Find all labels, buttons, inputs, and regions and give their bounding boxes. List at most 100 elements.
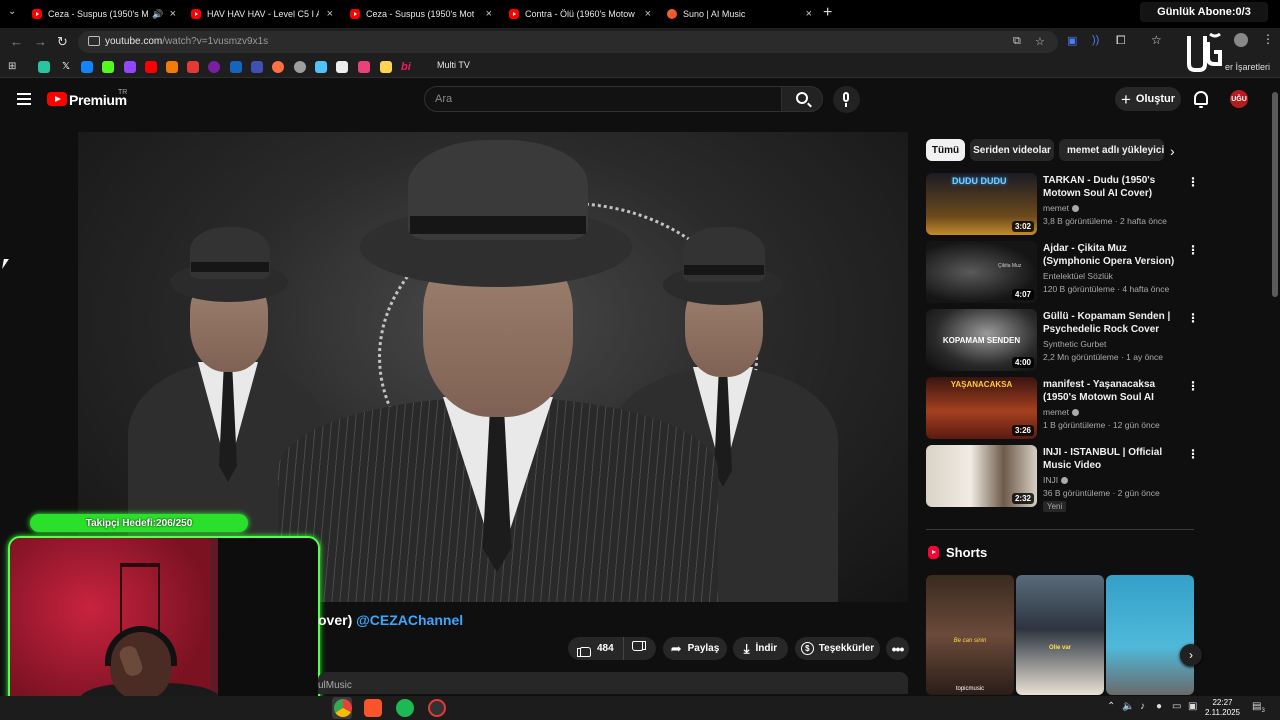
- video-thumbnail[interactable]: Çikita Muz 4:07: [926, 241, 1037, 303]
- tab-search-icon[interactable]: ⌄: [8, 6, 16, 17]
- tab-close-icon[interactable]: ×: [486, 8, 492, 20]
- video-title[interactable]: Güllü - Kopamam Senden | Psychedelic Roc…: [1043, 310, 1185, 336]
- channel-mention-link[interactable]: @CEZAChannel: [356, 612, 463, 628]
- display-icon[interactable]: ▣: [1188, 701, 1197, 712]
- more-options-icon[interactable]: ⋮: [1187, 243, 1199, 257]
- tab-close-icon[interactable]: ×: [645, 8, 651, 20]
- audio-extension-icon[interactable]: )): [1092, 34, 1099, 46]
- forward-arrow-icon[interactable]: →: [34, 34, 47, 49]
- install-app-icon[interactable]: ⧉: [1013, 35, 1021, 48]
- chevron-right-icon[interactable]: ›: [1170, 143, 1175, 159]
- recommended-video[interactable]: 2:32 INJI - ISTANBUL | Official Music Vi…: [926, 445, 1199, 517]
- bookmark-icon[interactable]: [336, 61, 348, 73]
- tab-close-icon[interactable]: ×: [170, 8, 176, 20]
- openai-icon[interactable]: [294, 61, 306, 73]
- brave-icon[interactable]: [364, 699, 382, 717]
- browser-tab[interactable]: Ceza - Suspus (1950's Motown 🔊 ×: [32, 4, 176, 24]
- bookmark-icon[interactable]: [208, 61, 220, 73]
- more-options-icon[interactable]: ⋮: [1187, 175, 1199, 189]
- more-options-icon[interactable]: ⋮: [1187, 447, 1199, 461]
- dislike-button[interactable]: [624, 637, 656, 660]
- channel-name[interactable]: INJI: [1043, 475, 1069, 485]
- video-thumbnail[interactable]: 2:32: [926, 445, 1037, 507]
- video-title[interactable]: TARKAN - Dudu (1950's Motown Soul AI Cov…: [1043, 174, 1185, 200]
- channel-name[interactable]: memet: [1043, 203, 1079, 213]
- channel-name[interactable]: Entelektüel Sözlük: [1043, 271, 1113, 281]
- bluesky-icon[interactable]: [81, 61, 93, 73]
- gmail-icon[interactable]: [187, 61, 199, 73]
- browser-tab[interactable]: Ceza - Suspus (1950's Motown ×: [350, 4, 492, 24]
- video-title[interactable]: manifest - Yaşanacaksa (1950's Motown So…: [1043, 378, 1185, 404]
- download-button[interactable]: ⤓ İndir: [733, 637, 788, 660]
- youtube-bookmark-icon[interactable]: [145, 61, 157, 73]
- channel-name[interactable]: memet: [1043, 407, 1079, 417]
- address-bar[interactable]: youtube.com/watch?v=1vusmzv9x1s ⧉ ☆: [78, 31, 1058, 53]
- create-button[interactable]: + Oluştur: [1115, 87, 1181, 111]
- other-bookmarks[interactable]: er İşaretleri: [1225, 62, 1270, 72]
- bookmarks-star-icon[interactable]: ☆: [1151, 33, 1162, 47]
- search-button[interactable]: [781, 86, 823, 112]
- tray-chevron-icon[interactable]: ⌃: [1107, 701, 1115, 712]
- mic-tray-icon[interactable]: ●: [1156, 701, 1162, 712]
- obs-icon[interactable]: [428, 699, 446, 717]
- more-options-icon[interactable]: ⋮: [1187, 311, 1199, 325]
- video-title[interactable]: Ajdar - Çikita Muz (Symphonic Opera Vers…: [1043, 242, 1185, 268]
- page-scrollbar[interactable]: [1270, 80, 1280, 700]
- recommended-video[interactable]: DUDU DUDU 3:02 TARKAN - Dudu (1950's Mot…: [926, 173, 1199, 237]
- chip-all[interactable]: Tümü: [926, 139, 965, 161]
- voice-search-button[interactable]: [833, 86, 860, 113]
- bookmark-multi-tv[interactable]: Multi TV: [437, 60, 470, 70]
- spotify-icon[interactable]: [396, 699, 414, 717]
- search-input[interactable]: [425, 87, 781, 111]
- kick-icon[interactable]: [102, 61, 114, 73]
- profile-avatar-icon[interactable]: [1234, 33, 1248, 47]
- short-card[interactable]: [1106, 575, 1194, 695]
- chrome-icon[interactable]: [334, 699, 352, 717]
- short-card[interactable]: Be can sinin topicmusic: [926, 575, 1014, 695]
- notifications-bell-icon[interactable]: [1194, 91, 1208, 108]
- video-thumbnail[interactable]: KOPAMAM SENDEN 4:00: [926, 309, 1037, 371]
- network-icon[interactable]: ▭: [1172, 701, 1181, 712]
- youtube-logo-icon[interactable]: [47, 92, 67, 106]
- account-avatar[interactable]: UĞU: [1230, 90, 1248, 108]
- browser-tab[interactable]: HAV HAV HAV - Level C5 I Anatomy ×: [191, 4, 333, 24]
- speaker-icon[interactable]: 🔈: [1122, 701, 1134, 712]
- bookmark-icon[interactable]: [358, 61, 370, 73]
- url-text[interactable]: youtube.com/watch?v=1vusmzv9x1s: [105, 36, 268, 47]
- notification-icon[interactable]: ▤3: [1252, 701, 1265, 714]
- browser-tab-active[interactable]: Suno | AI Music ×: [667, 4, 812, 24]
- x-twitter-icon[interactable]: 𝕏: [60, 61, 72, 73]
- clock[interactable]: 22:27 2.11.2025: [1205, 698, 1240, 718]
- reload-icon[interactable]: ↻: [57, 34, 68, 50]
- bookmark-icon[interactable]: [38, 61, 50, 73]
- video-title[interactable]: INJI - ISTANBUL | Official Music Video: [1043, 446, 1185, 472]
- tab-close-icon[interactable]: ×: [806, 8, 812, 20]
- channel-name[interactable]: Synthetic Gurbet: [1043, 339, 1106, 349]
- recommended-video[interactable]: YAŞANACAKSA 3:26 manifest - Yaşanacaksa …: [926, 377, 1199, 441]
- bookmark-icon[interactable]: [272, 61, 284, 73]
- recommended-video[interactable]: Çikita Muz 4:07 Ajdar - Çikita Muz (Symp…: [926, 241, 1199, 305]
- browser-menu-icon[interactable]: ⋮: [1262, 32, 1274, 46]
- back-arrow-icon[interactable]: ←: [10, 34, 23, 49]
- bookmark-icon[interactable]: [380, 61, 392, 73]
- scrollbar-thumb[interactable]: [1272, 92, 1278, 297]
- audio-icon[interactable]: ♪: [1140, 701, 1145, 712]
- translate-extension-icon[interactable]: ▣: [1067, 34, 1077, 47]
- meta-icon[interactable]: [230, 61, 242, 73]
- site-info-icon[interactable]: [88, 36, 100, 46]
- recommended-video[interactable]: KOPAMAM SENDEN 4:00 Güllü - Kopamam Send…: [926, 309, 1199, 373]
- bookmark-icon[interactable]: [315, 61, 327, 73]
- hamburger-menu-icon[interactable]: [17, 93, 31, 105]
- description-box[interactable]: [318, 672, 908, 694]
- video-thumbnail[interactable]: YAŞANACAKSA 3:26: [926, 377, 1037, 439]
- apps-grid-icon[interactable]: ⊞: [8, 61, 16, 72]
- browser-tab[interactable]: Contra - Ölü (1960's Motown S ×: [509, 4, 651, 24]
- short-card[interactable]: Olie var: [1016, 575, 1104, 695]
- extensions-puzzle-icon[interactable]: ⧠: [1116, 33, 1126, 48]
- more-actions-button[interactable]: •••: [886, 637, 909, 660]
- video-thumbnail[interactable]: DUDU DUDU 3:02: [926, 173, 1037, 235]
- search-box[interactable]: [424, 86, 782, 112]
- thanks-button[interactable]: $ Teşekkürler: [795, 637, 880, 660]
- bi-icon[interactable]: bi: [401, 61, 413, 73]
- share-button[interactable]: ➦ Paylaş: [663, 637, 727, 660]
